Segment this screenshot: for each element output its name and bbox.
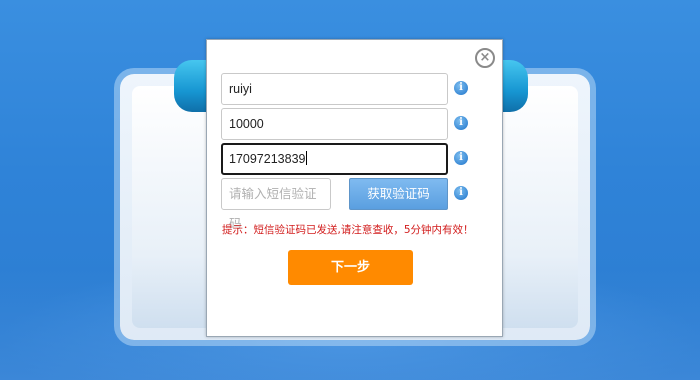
sms-hint-text: 提示：短信验证码已发送,请注意查收，5分钟内有效！: [222, 224, 474, 236]
get-code-button[interactable]: 获取验证码: [349, 178, 448, 210]
code-number-value: 10000: [229, 117, 264, 131]
left-ribbon: [174, 60, 210, 112]
phone-field[interactable]: 17097213839: [221, 143, 448, 175]
next-step-button[interactable]: 下一步: [288, 250, 413, 285]
phone-value: 17097213839: [229, 152, 306, 166]
info-icon[interactable]: i: [454, 116, 468, 130]
sms-code-input[interactable]: 请输入短信验证码: [221, 178, 331, 231]
info-icon[interactable]: i: [454, 186, 468, 200]
text-caret: [306, 151, 308, 165]
info-icon[interactable]: i: [454, 81, 468, 95]
verification-dialog: × ruiyi i 10000 i 17097213839 i 请输入短信验证码…: [206, 39, 503, 337]
username-value: ruiyi: [229, 82, 252, 96]
close-icon[interactable]: ×: [475, 48, 495, 68]
info-icon[interactable]: i: [454, 151, 468, 165]
code-number-field[interactable]: 10000: [221, 108, 448, 140]
username-field[interactable]: ruiyi: [221, 73, 448, 105]
